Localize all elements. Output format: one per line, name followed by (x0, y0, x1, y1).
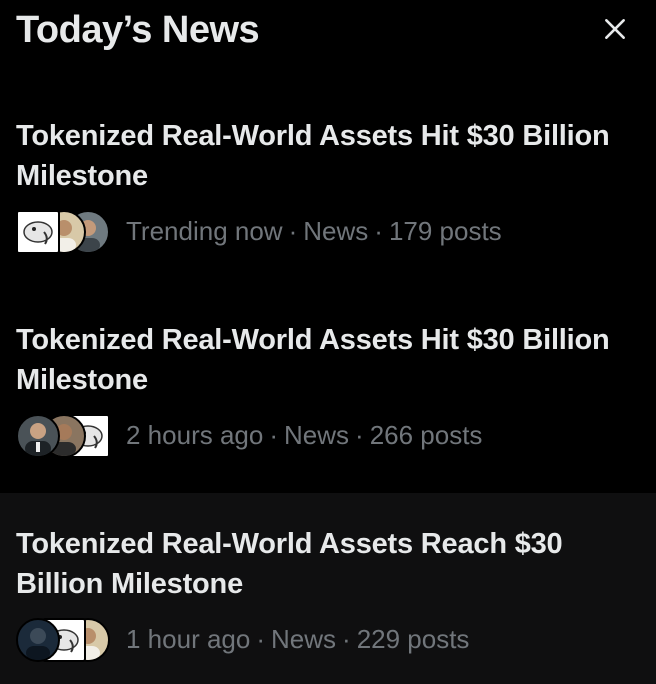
elephant-logo-avatar (16, 210, 60, 254)
avatar-stack (16, 208, 112, 254)
news-meta: Trending now · News · 179 posts (126, 215, 502, 246)
news-meta: 1 hour ago · News · 229 posts (126, 623, 470, 654)
news-post-count: 229 posts (356, 623, 470, 654)
news-item[interactable]: Tokenized Real-World Assets Reach $30 Bi… (0, 493, 656, 684)
avatar-stack (16, 616, 112, 662)
person-avatar (16, 414, 60, 458)
news-meta-row: 2 hours ago · News · 266 posts (16, 412, 640, 458)
news-post-count: 179 posts (388, 215, 502, 246)
news-headline: Tokenized Real-World Assets Hit $30 Bill… (16, 120, 610, 192)
todays-news-panel: Today’s News Tokenized Real-World Assets… (0, 0, 656, 684)
news-time: 1 hour ago (126, 623, 251, 654)
news-category: News (284, 419, 350, 450)
avatar-stack (16, 412, 112, 458)
news-category: News (303, 215, 369, 246)
news-headline: Tokenized Real-World Assets Reach $30 Bi… (16, 528, 563, 600)
close-icon (605, 19, 625, 39)
news-meta: 2 hours ago · News · 266 posts (126, 419, 483, 450)
person-avatar (16, 618, 60, 662)
news-time: Trending now (126, 215, 283, 246)
page-title: Today’s News (16, 9, 260, 51)
news-post-count: 266 posts (369, 419, 483, 450)
news-item[interactable]: Tokenized Real-World Assets Hit $30 Bill… (0, 320, 656, 458)
news-headline: Tokenized Real-World Assets Hit $30 Bill… (16, 324, 610, 396)
news-category: News (271, 623, 337, 654)
news-meta-row: Trending now · News · 179 posts (16, 208, 640, 254)
panel-header: Today’s News (16, 8, 640, 56)
news-time: 2 hours ago (126, 419, 264, 450)
news-meta-row: 1 hour ago · News · 229 posts (16, 616, 640, 662)
close-button[interactable] (600, 14, 630, 44)
news-item[interactable]: Tokenized Real-World Assets Hit $30 Bill… (0, 116, 656, 254)
